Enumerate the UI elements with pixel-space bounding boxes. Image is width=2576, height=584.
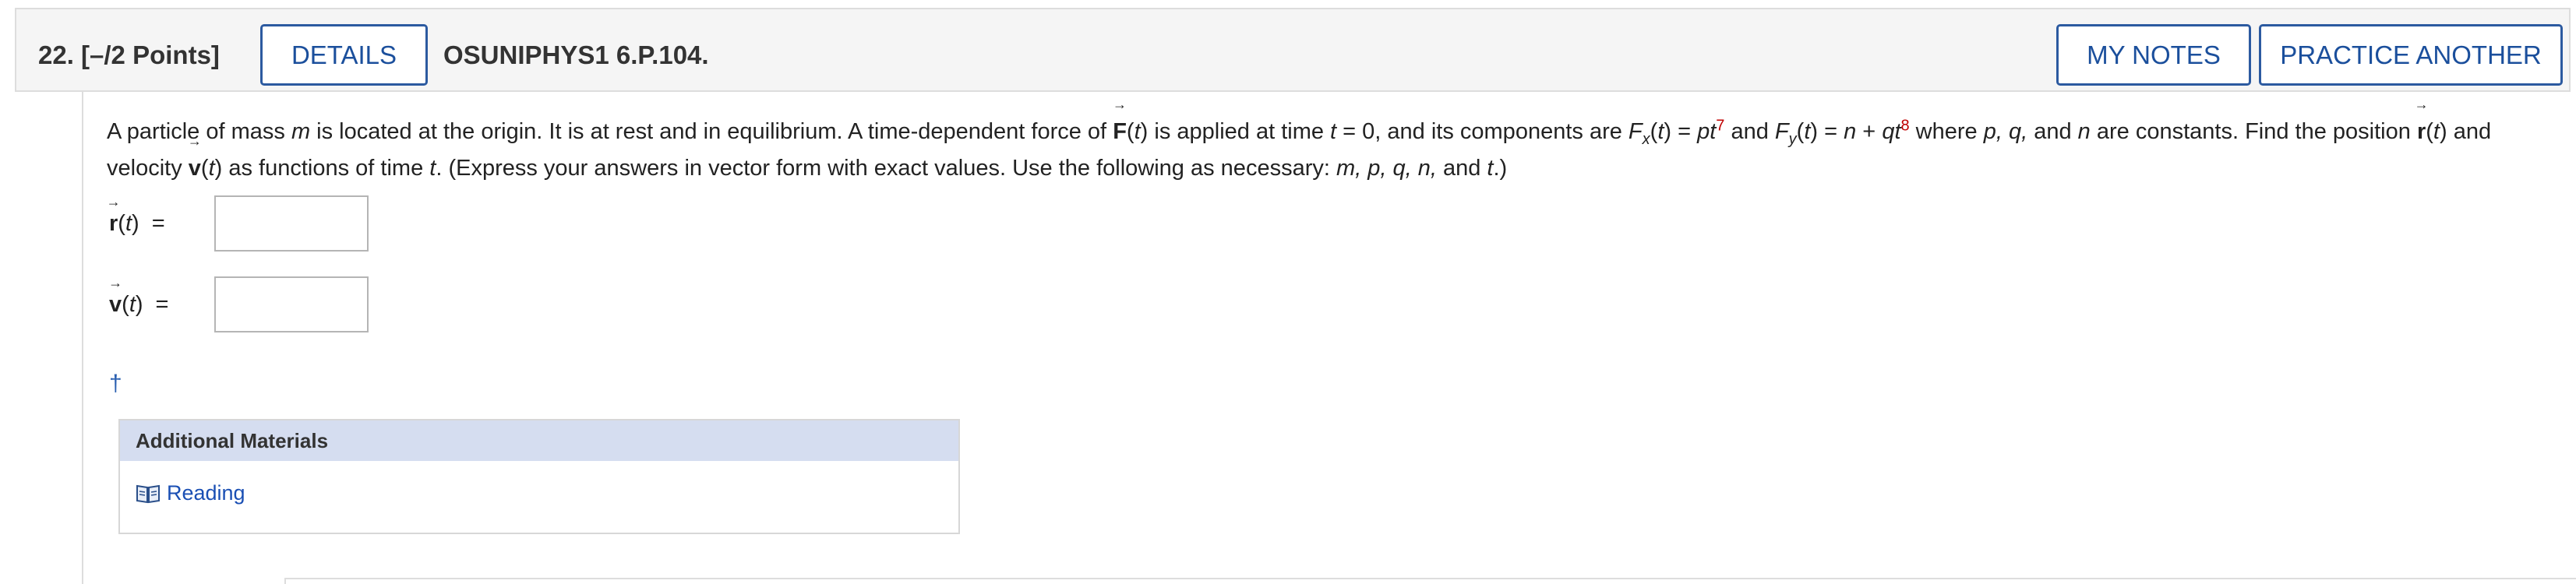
additional-materials-panel: Additional Materials Reading bbox=[118, 419, 960, 534]
answer-row-position: r(t) = bbox=[109, 195, 369, 252]
points-label: [–/2 Points] bbox=[81, 40, 220, 69]
question-body: A particle of mass m is located at the o… bbox=[82, 92, 2567, 584]
additional-materials-title: Additional Materials bbox=[120, 420, 958, 461]
question-number: 22. [–/2 Points] bbox=[38, 40, 220, 70]
practice-another-button[interactable]: PRACTICE ANOTHER bbox=[2259, 24, 2563, 86]
position-label: r(t) bbox=[109, 211, 139, 237]
book-icon bbox=[136, 484, 160, 503]
equals-sign: = bbox=[151, 210, 165, 236]
dagger-mark[interactable]: † bbox=[109, 371, 122, 397]
problem-text: A particle of mass m is located at the o… bbox=[107, 114, 2553, 187]
velocity-answer-input[interactable] bbox=[214, 276, 369, 332]
details-button[interactable]: DETAILS bbox=[260, 24, 428, 86]
question-code: OSUNIPHYS1 6.P.104. bbox=[443, 40, 709, 69]
my-notes-button[interactable]: MY NOTES bbox=[2056, 24, 2251, 86]
exponent-8: 8 bbox=[1900, 117, 1910, 135]
velocity-label: v(t) bbox=[109, 292, 143, 318]
question-header: 22. [–/2 Points] DETAILS OSUNIPHYS1 6.P.… bbox=[15, 8, 2571, 92]
question-number-text: 22. bbox=[38, 40, 74, 69]
answer-row-velocity: v(t) = bbox=[109, 276, 369, 332]
reading-label[interactable]: Reading bbox=[167, 481, 245, 505]
equals-sign: = bbox=[155, 291, 169, 317]
reading-link[interactable]: Reading bbox=[136, 481, 245, 505]
position-answer-input[interactable] bbox=[214, 195, 369, 252]
next-question-edge bbox=[284, 578, 2576, 584]
exponent-7: 7 bbox=[1716, 117, 1725, 135]
